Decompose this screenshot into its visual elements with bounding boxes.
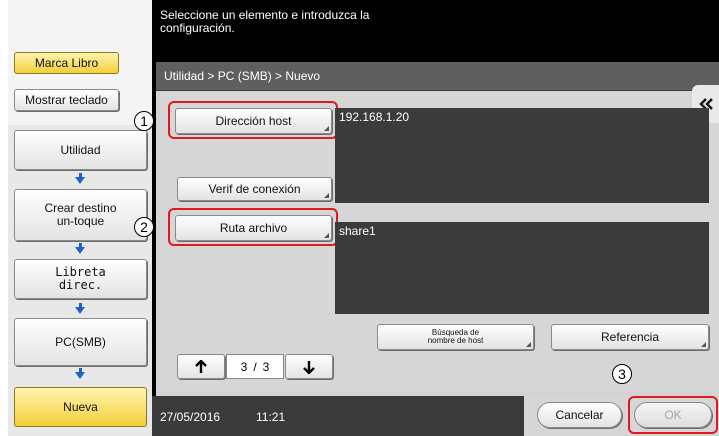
instruction-line2: configuración.	[160, 21, 235, 35]
check-connection-button[interactable]: Verif de conexión	[177, 177, 332, 201]
instruction-text: Seleccione un elemento e introduzca la c…	[160, 9, 460, 35]
highlight-ok	[628, 396, 718, 434]
bookmark-label: Marca Libro	[34, 56, 99, 70]
cancel-button[interactable]: Cancelar	[537, 402, 622, 428]
page-current: 3	[240, 359, 248, 374]
reference-label: Referencia	[600, 329, 660, 344]
cancel-label: Cancelar	[555, 407, 604, 422]
page-up-button[interactable]	[177, 354, 225, 379]
breadcrumb-text: Utilidad > PC (SMB) > Nuevo	[164, 69, 321, 83]
callout-1-badge: 1	[134, 111, 154, 131]
callout-2-badge: 2	[134, 217, 154, 237]
breadcrumb: Utilidad > PC (SMB) > Nuevo	[156, 62, 719, 91]
host-address-field[interactable]: 192.168.1.20	[335, 108, 709, 203]
arrow-up-icon	[195, 359, 207, 373]
step-libreta-button[interactable]: Libreta direc.	[14, 259, 147, 299]
flow-arrow-down-icon	[75, 303, 85, 314]
screenshot-root: Marca Libro Mostrar teclado Utilidad Cre…	[0, 0, 719, 436]
show-keyboard-button[interactable]: Mostrar teclado	[14, 89, 119, 111]
step-utilidad-button[interactable]: Utilidad	[14, 130, 147, 170]
flow-arrow-down-icon	[75, 173, 85, 184]
host-search-line2: nombre de host	[427, 336, 484, 345]
bookmark-button[interactable]: Marca Libro	[14, 52, 119, 74]
callout-3-text: 3	[618, 366, 626, 382]
step-crear-destino-line2: un-toque	[56, 214, 105, 228]
step-pcsmb-label: PC(SMB)	[55, 334, 106, 349]
step-nueva-button[interactable]: Nueva	[14, 387, 147, 427]
page-down-button[interactable]	[285, 354, 333, 379]
step-utilidad-label: Utilidad	[60, 142, 101, 157]
host-name-search-button[interactable]: Búsqueda de nombre de host	[377, 324, 534, 350]
arrow-down-icon	[303, 360, 315, 374]
step-crear-destino-button[interactable]: Crear destino un-toque	[14, 189, 147, 241]
step-libreta-line2: direc.	[58, 278, 103, 292]
reference-button[interactable]: Referencia	[551, 324, 709, 350]
page-total: 3	[262, 359, 270, 374]
status-time: 11:21	[256, 410, 286, 424]
status-date: 27/05/2016	[160, 410, 221, 424]
file-path-field[interactable]: share1	[335, 222, 709, 314]
flow-arrow-down-icon	[75, 243, 85, 254]
page-separator: /	[253, 359, 257, 374]
file-path-value: share1	[339, 224, 376, 238]
page-indicator: 3 / 3	[226, 354, 284, 379]
host-address-value: 192.168.1.20	[339, 110, 410, 124]
sidebar: Marca Libro Mostrar teclado Utilidad Cre…	[8, 0, 152, 436]
flow-arrow-down-icon	[75, 368, 85, 379]
check-connection-label: Verif de conexión	[208, 181, 301, 196]
step-pcsmb-button[interactable]: PC(SMB)	[14, 318, 147, 366]
show-keyboard-label: Mostrar teclado	[25, 92, 108, 107]
callout-2-text: 2	[140, 219, 148, 235]
highlight-file-path	[168, 208, 338, 246]
step-nueva-label: Nueva	[63, 400, 98, 414]
callout-3-badge: 3	[612, 364, 632, 384]
callout-1-text: 1	[140, 113, 148, 129]
highlight-host-address	[168, 101, 338, 139]
